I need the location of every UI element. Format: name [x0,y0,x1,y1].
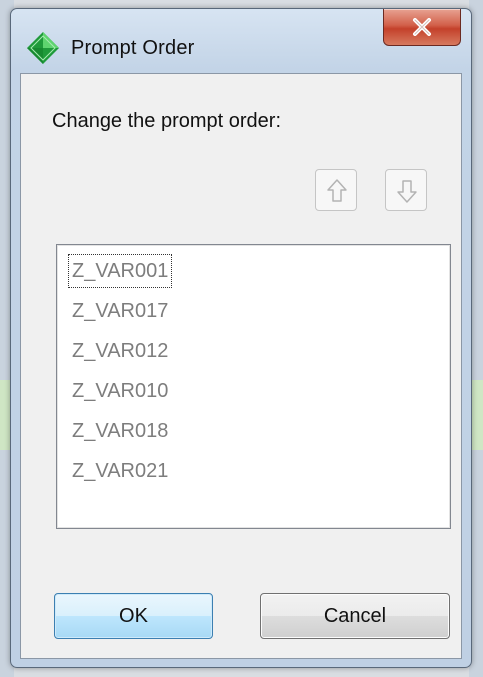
list-item[interactable]: Z_VAR021 [68,454,172,488]
cancel-button[interactable]: Cancel [260,593,450,639]
ok-button[interactable]: OK [54,593,213,639]
move-up-button[interactable] [315,169,357,211]
arrow-up-icon [327,179,347,202]
list-item[interactable]: Z_VAR001 [68,254,173,288]
move-down-button[interactable] [385,169,427,211]
list-item[interactable]: Z_VAR010 [68,374,172,408]
list-item[interactable]: Z_VAR018 [68,414,172,448]
instruction-label: Change the prompt order: [52,110,282,132]
dialog-content: Change the prompt order: Z_VAR001 Z_VAR0… [20,73,462,659]
close-button[interactable] [383,9,461,46]
list-item[interactable]: Z_VAR012 [68,334,172,368]
window-title: Prompt Order [71,37,195,59]
green-diamond-icon [26,31,60,65]
prompt-list[interactable]: Z_VAR001 Z_VAR017 Z_VAR012 Z_VAR010 Z_VA… [56,244,451,529]
title-bar[interactable]: Prompt Order [11,9,471,73]
prompt-order-dialog: Prompt Order Change the prompt order: Z_… [10,8,472,668]
arrow-down-icon [397,180,417,203]
list-item[interactable]: Z_VAR017 [68,294,172,328]
close-icon [413,18,431,36]
